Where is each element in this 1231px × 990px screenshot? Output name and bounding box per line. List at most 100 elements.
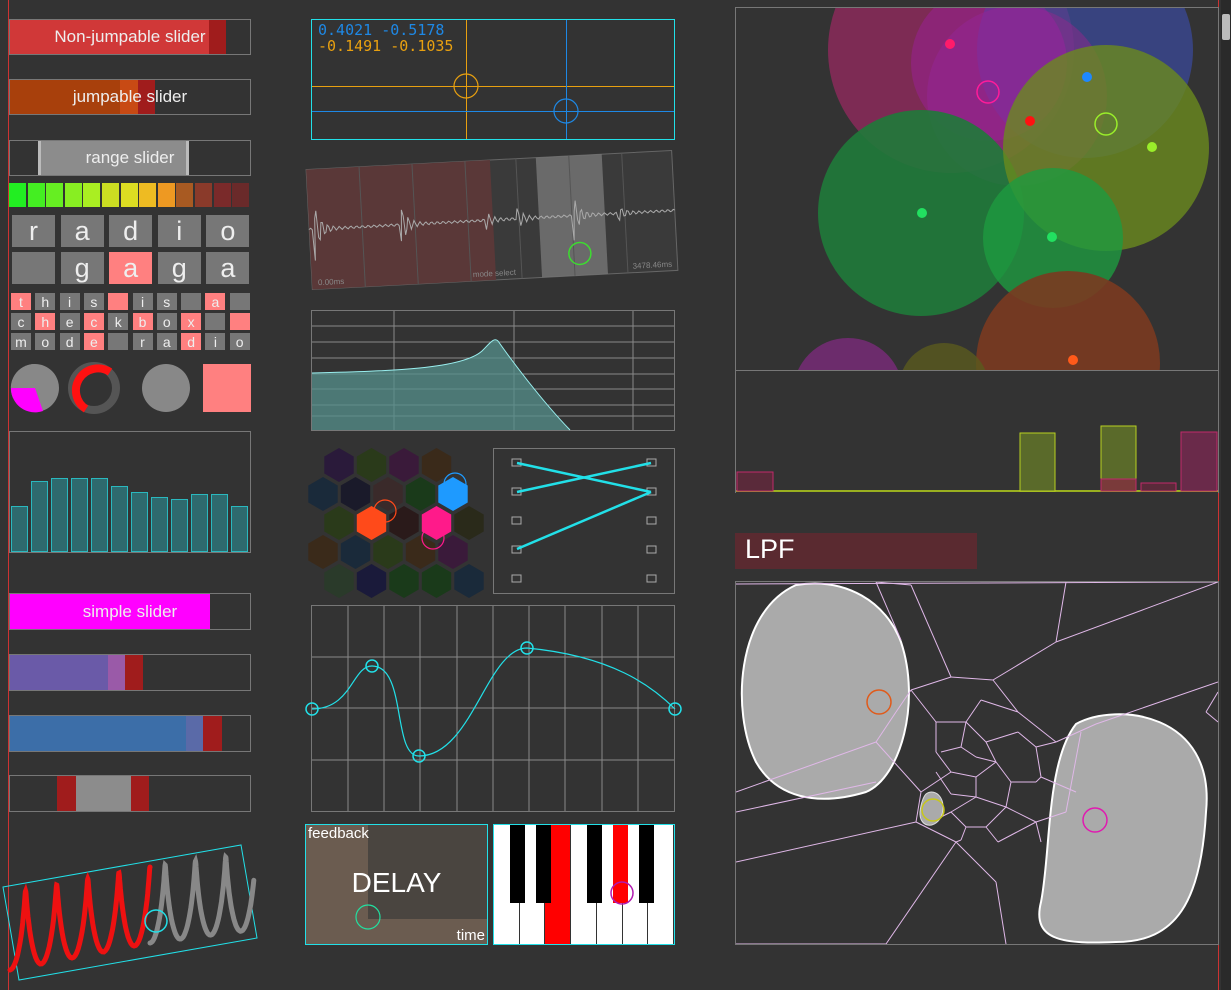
hex-cell[interactable] xyxy=(389,448,419,482)
checkbox[interactable] xyxy=(181,293,202,310)
voronoi-blob-pad[interactable] xyxy=(735,581,1219,945)
hex-cell[interactable] xyxy=(308,535,338,569)
checkbox[interactable]: h xyxy=(35,293,56,310)
non-jumpable-slider[interactable]: Non-jumpable slider xyxy=(9,19,251,55)
checkbox[interactable]: b xyxy=(132,313,153,330)
checkbox[interactable]: e xyxy=(59,313,80,330)
checkbox[interactable]: h xyxy=(35,313,56,330)
checkbox[interactable]: s xyxy=(156,293,177,310)
range-handle-right[interactable] xyxy=(131,776,149,811)
checkbox[interactable] xyxy=(229,293,250,310)
multislider-bar[interactable] xyxy=(111,486,128,552)
xy-pad[interactable]: 0.4021 -0.5178 -0.1491 -0.1035 xyxy=(311,19,675,140)
hex-cell[interactable] xyxy=(454,564,484,598)
range-handle-left[interactable] xyxy=(57,776,76,811)
checkbox[interactable]: k xyxy=(108,313,129,330)
multislider-bar[interactable] xyxy=(211,494,228,552)
multislider-bar[interactable] xyxy=(231,506,248,552)
checkbox[interactable]: c xyxy=(83,313,104,330)
hex-color-grid[interactable] xyxy=(305,448,485,598)
radio-button[interactable]: g xyxy=(60,252,104,284)
checkbox[interactable]: o xyxy=(156,313,177,330)
multislider-bar[interactable] xyxy=(71,477,88,552)
hex-cell[interactable] xyxy=(389,564,419,598)
hex-cell[interactable] xyxy=(324,448,354,482)
envelope-editor[interactable] xyxy=(305,605,682,812)
hex-cell[interactable] xyxy=(324,506,354,540)
checkbox[interactable]: t xyxy=(11,293,31,310)
radio-button-grid[interactable]: radiogaga xyxy=(9,212,251,286)
multislider-bar[interactable] xyxy=(91,477,108,552)
simple-slider[interactable]: simple slider xyxy=(9,593,251,630)
multislider-bar[interactable] xyxy=(171,499,188,552)
hex-cell[interactable] xyxy=(340,477,371,511)
piano-keyboard[interactable] xyxy=(493,824,675,945)
range-slider[interactable]: range slider xyxy=(9,140,251,176)
waveform-player[interactable]: 0.00ms mode select 3478.46ms xyxy=(305,148,680,293)
radio-button[interactable]: i xyxy=(157,215,201,247)
multislider-bar[interactable] xyxy=(31,481,48,552)
radio-button[interactable]: g xyxy=(157,252,201,284)
scrollbar-thumb[interactable] xyxy=(1222,14,1230,40)
hex-cell[interactable] xyxy=(405,477,436,511)
radio-button[interactable]: a xyxy=(60,215,104,247)
checkbox[interactable] xyxy=(108,293,129,310)
hex-cell[interactable] xyxy=(308,477,338,511)
checkbox[interactable]: a xyxy=(156,333,177,350)
radio-button[interactable] xyxy=(12,252,55,284)
multislider[interactable] xyxy=(9,431,251,553)
hex-cell[interactable] xyxy=(356,448,387,482)
hex-cell[interactable] xyxy=(389,506,419,540)
checkbox[interactable]: s xyxy=(83,293,104,310)
checkbox[interactable]: d xyxy=(59,333,80,350)
hex-cell[interactable] xyxy=(324,564,354,598)
checkbox[interactable]: e xyxy=(83,333,104,350)
slider-handle[interactable] xyxy=(186,716,203,751)
checkbox[interactable] xyxy=(229,313,250,330)
multislider-bar[interactable] xyxy=(191,494,208,552)
toggle-button[interactable] xyxy=(142,364,192,414)
grey-range-slider[interactable] xyxy=(9,775,251,812)
checkbox-grid[interactable]: thisisacheckboxmoderadio xyxy=(9,292,251,352)
multislider-bar[interactable] xyxy=(51,477,68,552)
hex-cell[interactable] xyxy=(405,535,436,569)
hex-cell[interactable] xyxy=(454,506,484,540)
circle-blob-pad[interactable] xyxy=(735,7,1219,371)
hex-cell[interactable] xyxy=(373,477,403,511)
blue-slider[interactable] xyxy=(9,715,251,752)
checkbox[interactable]: i xyxy=(59,293,80,310)
slider-handle[interactable] xyxy=(108,655,125,690)
radio-button[interactable]: d xyxy=(109,215,153,247)
hex-cell[interactable] xyxy=(373,535,403,569)
hex-cell[interactable] xyxy=(356,564,387,598)
multislider-bar[interactable] xyxy=(11,506,28,552)
knob-magenta[interactable] xyxy=(9,362,61,414)
checkbox[interactable]: i xyxy=(205,333,226,350)
hex-cell[interactable] xyxy=(438,535,468,569)
checkbox[interactable] xyxy=(108,333,129,350)
delay-pad[interactable]: feedback DELAY time xyxy=(305,824,488,945)
multislider-bar[interactable] xyxy=(131,492,148,552)
hex-cell[interactable] xyxy=(421,506,452,540)
radio-button[interactable]: a xyxy=(109,252,153,284)
momentary-button[interactable] xyxy=(203,364,251,412)
radio-button[interactable]: r xyxy=(12,215,55,247)
hex-cell[interactable] xyxy=(340,535,371,569)
hex-cell[interactable] xyxy=(438,477,468,511)
spring-pad[interactable] xyxy=(0,840,262,990)
multislider-bar[interactable] xyxy=(151,496,168,552)
hex-cell[interactable] xyxy=(421,564,452,598)
checkbox[interactable]: d xyxy=(181,333,202,350)
checkbox[interactable]: r xyxy=(132,333,153,350)
filter-response-graph[interactable] xyxy=(311,310,675,431)
radio-button[interactable]: a xyxy=(206,252,250,284)
checkbox[interactable]: m xyxy=(11,333,31,350)
checkbox[interactable]: x xyxy=(181,313,202,330)
jumpable-slider[interactable]: jumpable slider xyxy=(9,79,251,115)
hex-cell[interactable] xyxy=(356,506,387,540)
scrollbar[interactable] xyxy=(1221,0,1231,990)
connection-matrix[interactable] xyxy=(493,448,675,594)
checkbox[interactable]: a xyxy=(205,293,226,310)
purple-slider[interactable] xyxy=(9,654,251,691)
slider-handle-2[interactable] xyxy=(203,716,222,751)
